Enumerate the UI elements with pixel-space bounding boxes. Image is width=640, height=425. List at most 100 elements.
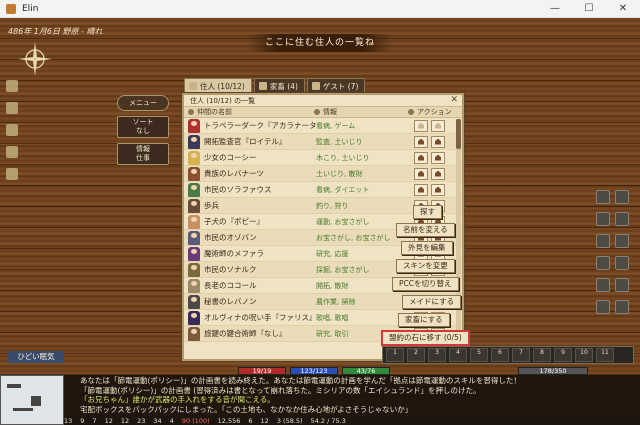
book-icon[interactable] — [614, 190, 629, 204]
tab-guests[interactable]: ゲスト (7) — [306, 78, 366, 93]
change-skin-button[interactable]: スキンを変更 — [396, 259, 455, 273]
assign-house-icon[interactable] — [414, 167, 428, 180]
make-maid-button[interactable]: メイドにする — [402, 295, 462, 309]
tab-bar: 住人 (10/12) 家畜 (4) ゲスト (7) — [184, 78, 367, 93]
tab-guests-label: ゲスト (7) — [322, 82, 359, 91]
journal-icon[interactable] — [614, 234, 629, 248]
close-icon[interactable]: ✕ — [450, 95, 458, 105]
app-icon — [6, 3, 16, 14]
maximize-button[interactable]: ☐ — [572, 0, 606, 18]
hotbar-slot[interactable]: 6 — [491, 348, 509, 362]
minimize-button[interactable]: — — [538, 0, 572, 18]
avatar — [188, 310, 200, 325]
assign-bed-icon[interactable] — [431, 167, 445, 180]
log-line: 「お兄ちゃん」誰かが武器の手入れをする音が聞こえる。 — [80, 395, 275, 404]
avatar — [188, 182, 200, 197]
info-mode-button[interactable]: 情報 仕事 — [117, 143, 169, 165]
equipment-icon[interactable] — [596, 212, 610, 226]
resident-row[interactable]: 貴族のレバナーツ 土いじり, 散財 — [184, 166, 462, 182]
column-header: 仲間の名前 情報 アクション — [184, 107, 462, 118]
rest-icon[interactable] — [614, 300, 629, 314]
game-viewport[interactable]: 486年 1月6日 野原 - 晴れ ここに住む住人の一覧ね メニュー ソート な… — [0, 18, 640, 425]
stat-value: 13 — [64, 416, 73, 425]
leaf-icon[interactable] — [614, 278, 629, 292]
hotbar-slot[interactable]: 11 — [596, 348, 614, 362]
sort-by-action[interactable]: アクション — [408, 107, 462, 117]
sun-icon[interactable] — [596, 278, 610, 292]
weight-value: 54.2 / 75.3 — [310, 416, 346, 425]
resident-info: 看病, ダイエット — [316, 185, 370, 194]
assign-bed-icon[interactable] — [431, 183, 445, 196]
log-line: 宅配ボックスをバックパックにしまった。「この土地も、なかなか住み心地がよさそうじ… — [80, 404, 413, 414]
avatar — [188, 278, 200, 293]
stat-value: 90 (100) — [181, 416, 210, 425]
shield-icon[interactable] — [6, 102, 18, 114]
edit-appearance-button[interactable]: 外見を編集 — [401, 241, 453, 255]
resident-row[interactable]: 少女のコーシー 木こり, 土いじり — [184, 150, 462, 166]
resident-info: 釣り, 狩り — [316, 201, 349, 210]
toggle-pcc-button[interactable]: PCCを切り替え — [392, 277, 459, 291]
sort-icon — [314, 109, 320, 115]
make-livestock-button[interactable]: 家畜にする — [398, 313, 450, 327]
inventory-icon[interactable] — [596, 190, 610, 204]
search-button[interactable]: 探す — [413, 205, 442, 219]
resident-name: 子犬の『ポピー』 — [204, 217, 264, 226]
resident-row[interactable]: 開拓監査官『ロイテル』 監査, 土いじり — [184, 134, 462, 150]
stat-value: 3 (58.5) — [276, 416, 303, 425]
hand-icon[interactable] — [596, 300, 610, 314]
home-icon[interactable] — [596, 256, 610, 270]
hotbar-slot[interactable]: 3 — [428, 348, 446, 362]
tab-residents[interactable]: 住人 (10/12) — [184, 78, 252, 93]
minimap[interactable] — [0, 375, 64, 425]
assign-bed-icon[interactable] — [431, 135, 445, 148]
build-icon[interactable] — [596, 234, 610, 248]
sword-icon[interactable] — [6, 124, 18, 136]
stat-value: 23 — [137, 416, 146, 425]
hotbar: 1 2 3 4 5 6 7 8 9 10 11 — [382, 346, 634, 364]
right-toolbar — [596, 190, 636, 322]
assign-house-icon[interactable] — [414, 119, 428, 132]
assign-house-icon[interactable] — [414, 151, 428, 164]
hotbar-slot[interactable]: 10 — [575, 348, 593, 362]
resident-row[interactable]: トラベラーダーク『アカラナータ』 看病, ゲーム — [184, 118, 462, 134]
anchor-icon[interactable] — [6, 80, 18, 92]
hotbar-slot[interactable]: 2 — [407, 348, 425, 362]
hotbar-slot[interactable]: 8 — [533, 348, 551, 362]
map-icon[interactable] — [6, 168, 18, 180]
scroll-thumb[interactable] — [456, 119, 461, 149]
search-icon[interactable] — [614, 256, 629, 270]
guest-icon — [311, 82, 320, 90]
skill-icon[interactable] — [614, 212, 629, 226]
assign-bed-icon[interactable] — [431, 119, 445, 132]
hotbar-slot[interactable]: 1 — [386, 348, 404, 362]
stat-value: 12 — [104, 416, 113, 425]
flag-icon[interactable] — [6, 146, 18, 158]
info-value: 仕事 — [136, 154, 150, 162]
sort-by-info[interactable]: 情報 — [314, 107, 408, 117]
tab-livestock[interactable]: 家畜 (4) — [253, 78, 305, 93]
hotbar-slot[interactable]: 5 — [470, 348, 488, 362]
exp-bar: 178/350 — [518, 367, 588, 375]
log-line: 「節電運動(ポリシー)」の計画書 (習得済みは書となって崩れ落ちた。ミシリアの数… — [80, 385, 481, 395]
sort-icon — [188, 109, 194, 115]
assign-house-icon[interactable] — [414, 135, 428, 148]
hotbar-slot[interactable]: 7 — [512, 348, 530, 362]
move-to-covenant-stone-button[interactable]: 盟約の石に移す (0/5) — [382, 331, 469, 345]
sort-button[interactable]: ソート なし — [117, 116, 169, 138]
resident-name: 秘書のレバノン — [204, 297, 257, 306]
assign-bed-icon[interactable] — [431, 151, 445, 164]
col-action-label: アクション — [417, 108, 452, 116]
assign-house-icon[interactable] — [414, 183, 428, 196]
close-window-button[interactable]: ✕ — [606, 0, 640, 18]
hotbar-slot[interactable]: 9 — [554, 348, 572, 362]
resident-row[interactable]: 市民のソラファウス 看病, ダイエット — [184, 182, 462, 198]
scrollbar[interactable] — [456, 119, 461, 359]
rename-button[interactable]: 名前を変える — [396, 223, 455, 237]
hotbar-slot[interactable]: 4 — [449, 348, 467, 362]
resident-info: 農作業, 掃除 — [316, 297, 356, 306]
page-title: ここに住む住人の一覧ね — [248, 34, 392, 52]
menu-button[interactable]: メニュー — [117, 95, 169, 111]
resident-name: オルヴィナの呪い手『ファリス』 — [204, 313, 316, 322]
person-icon — [189, 82, 197, 90]
sort-by-name[interactable]: 仲間の名前 — [184, 107, 314, 117]
